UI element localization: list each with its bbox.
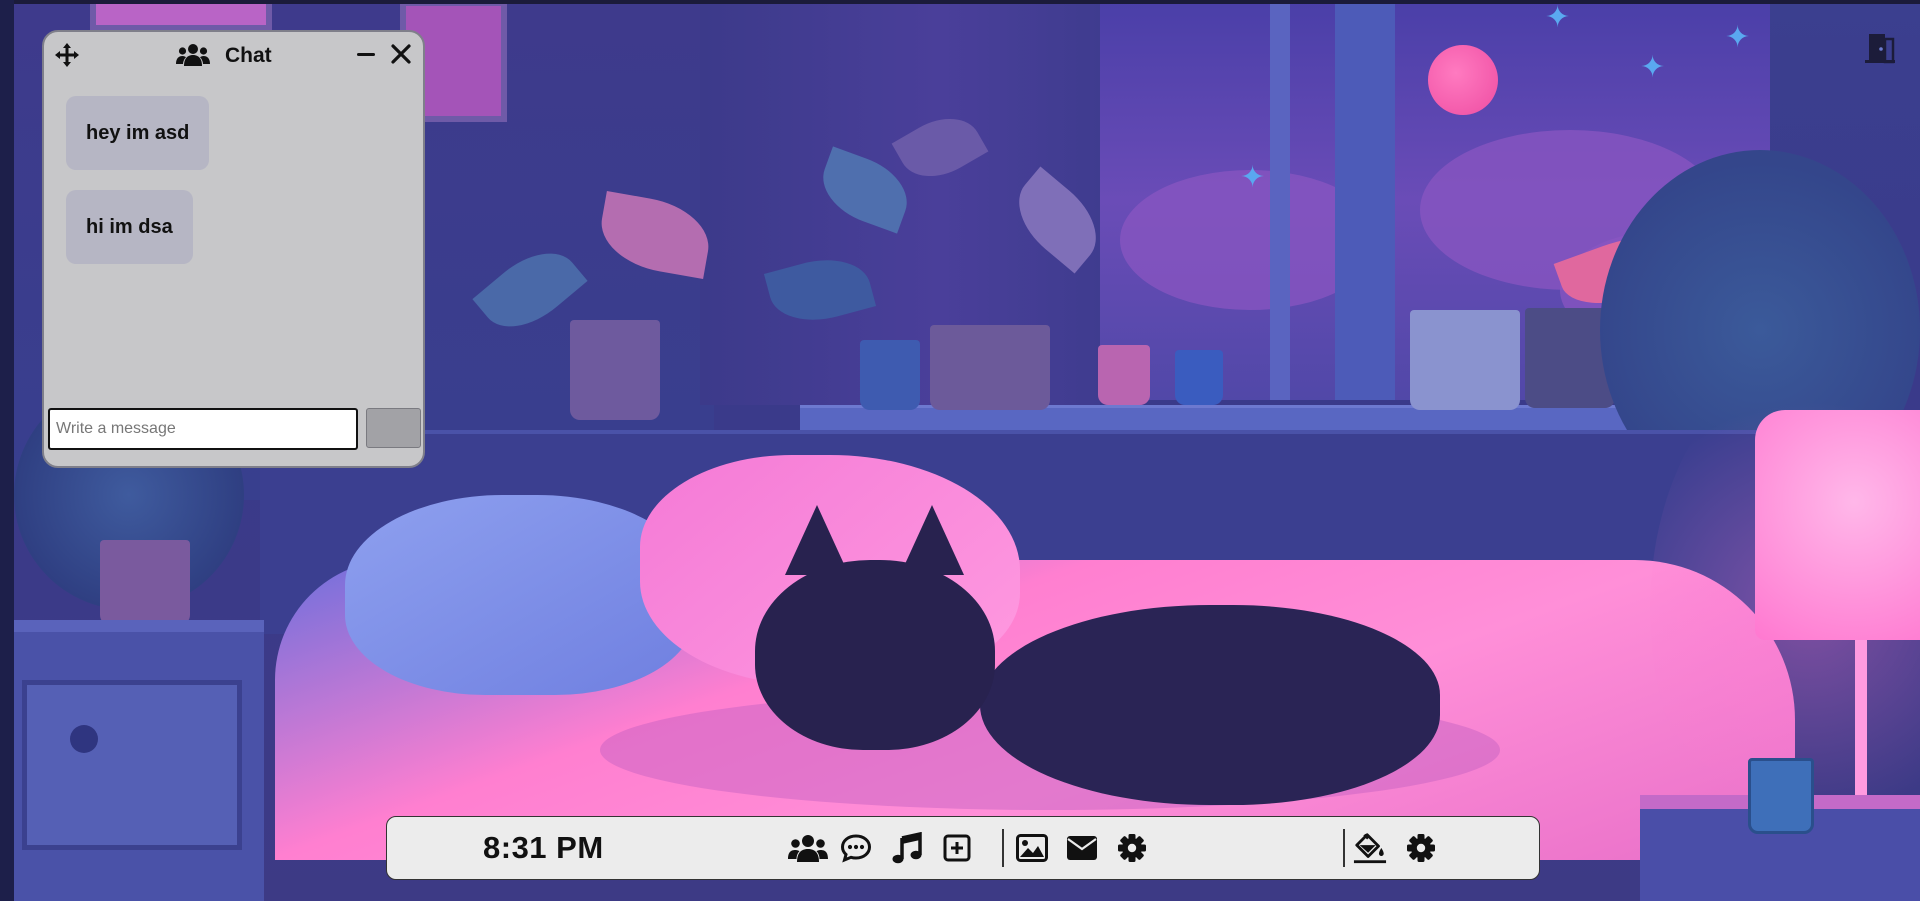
door-exit-icon[interactable]	[1862, 30, 1898, 66]
chat-header: Chat	[44, 32, 423, 78]
send-button[interactable]	[366, 408, 421, 448]
gear-icon[interactable]	[1404, 831, 1438, 865]
message-list: hey im asd hi im dsa	[66, 96, 396, 284]
taskbar-divider	[1002, 829, 1004, 867]
music-note-icon[interactable]	[890, 831, 924, 865]
move-arrows-icon[interactable]	[54, 42, 80, 68]
chat-window: Chat hey im asd hi im dsa	[42, 30, 425, 468]
chat-title: Chat	[225, 44, 272, 67]
image-icon[interactable]	[1015, 831, 1049, 865]
chat-bubble-icon[interactable]	[839, 831, 873, 865]
close-icon[interactable]	[389, 42, 413, 66]
message-bubble: hi im dsa	[66, 190, 193, 264]
taskbar: 8:31 PM	[386, 816, 1540, 880]
message-bubble: hey im asd	[66, 96, 210, 170]
users-icon[interactable]	[788, 831, 828, 865]
users-icon	[176, 42, 210, 68]
paint-bucket-icon[interactable]	[1353, 831, 1387, 865]
envelope-icon[interactable]	[1065, 831, 1099, 865]
plus-square-icon[interactable]	[940, 831, 974, 865]
message-input[interactable]	[48, 408, 358, 450]
minimize-icon[interactable]	[354, 42, 378, 66]
clock: 8:31 PM	[483, 830, 604, 865]
taskbar-divider	[1343, 829, 1345, 867]
gear-icon[interactable]	[1115, 831, 1149, 865]
